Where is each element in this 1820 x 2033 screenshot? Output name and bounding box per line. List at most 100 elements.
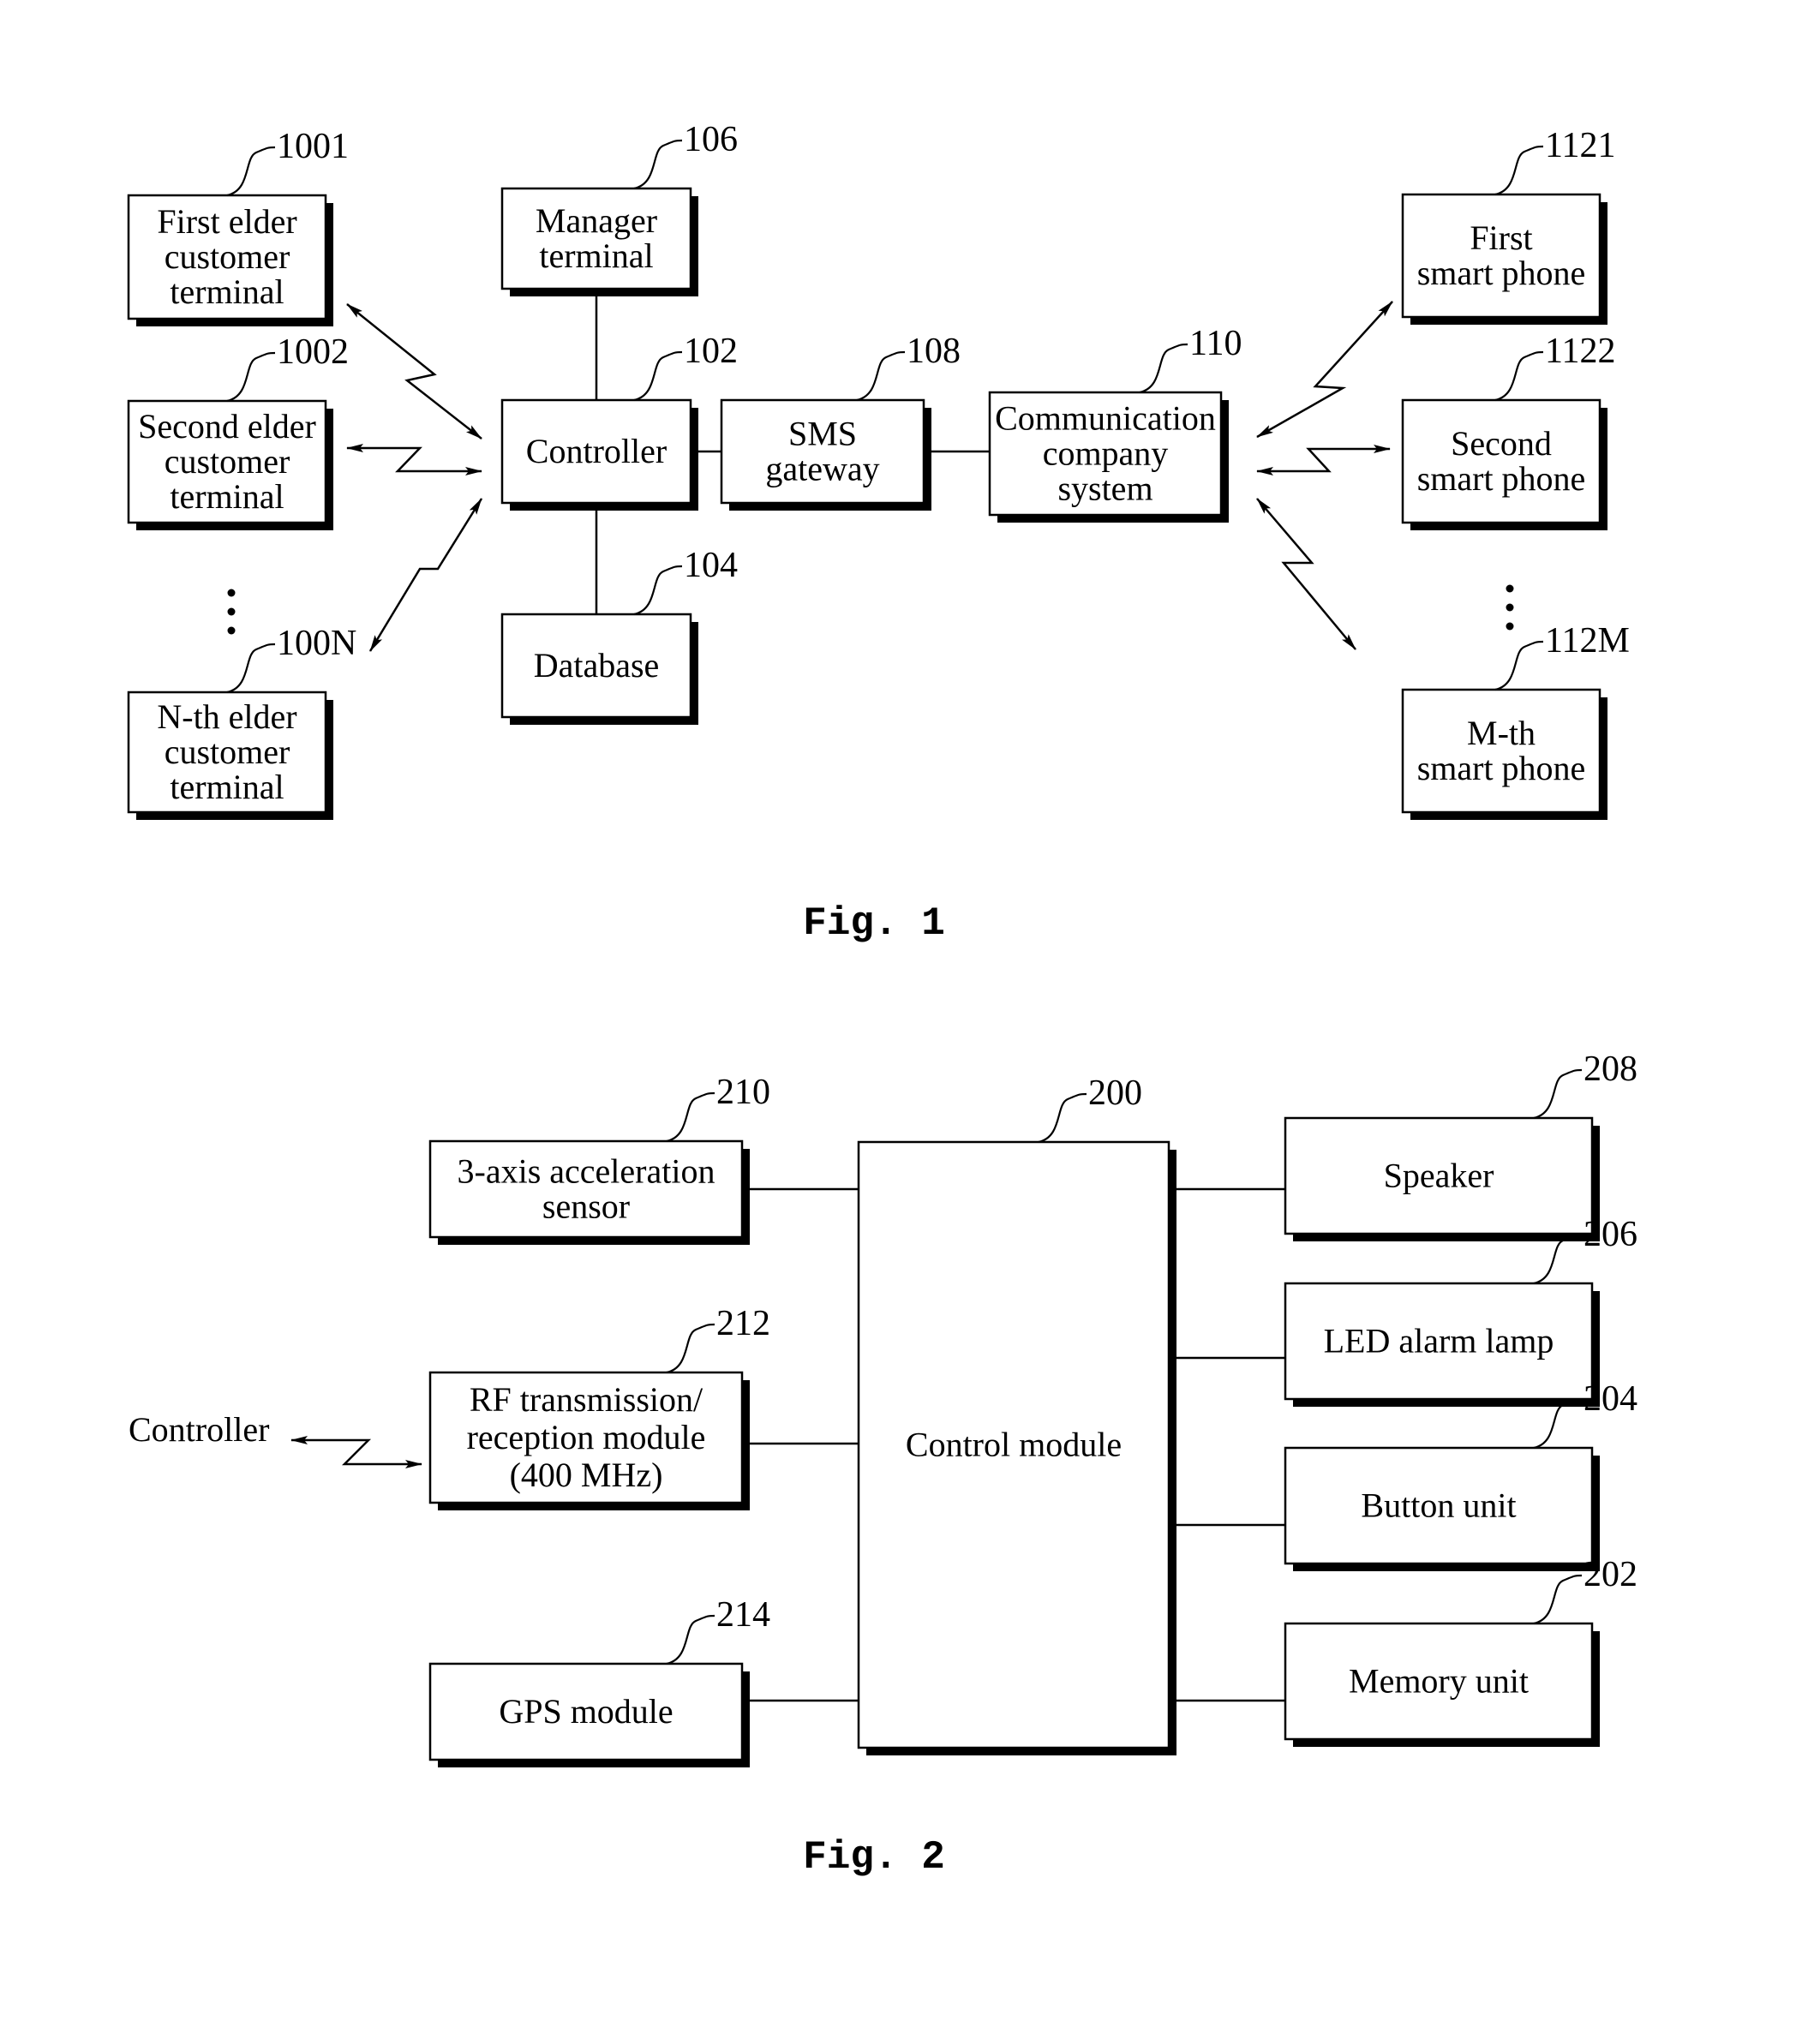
block-label-line: terminal — [539, 236, 653, 275]
block-label-line: smart phone — [1417, 459, 1586, 498]
block-label-line: First elder — [157, 202, 296, 241]
block-phoneM: M-thsmart phone 112M — [1401, 621, 1630, 820]
block-led: LED alarm lamp 206 — [1284, 1215, 1637, 1407]
reference-leader-line — [1533, 1068, 1583, 1120]
reference-leader-line — [666, 1323, 715, 1374]
block-manager: Managerterminal 106 — [500, 120, 738, 296]
block-label-line: 3-axis acceleration — [458, 1152, 715, 1191]
block-label-line: GPS module — [499, 1692, 673, 1731]
reference-leader-line — [1494, 640, 1544, 691]
block-label-line: sensor — [542, 1187, 630, 1226]
block-speaker: Speaker 208 — [1284, 1049, 1637, 1241]
reference-numeral: 1122 — [1545, 332, 1615, 371]
reference-leader-line — [1533, 1398, 1583, 1450]
wireless-link-comm-phoneM — [1256, 498, 1356, 650]
block-label-line: reception module — [467, 1418, 706, 1456]
reference-numeral: 214 — [716, 1595, 770, 1635]
reference-leader-line — [226, 643, 276, 694]
block-phone2: Secondsmart phone 1122 — [1401, 332, 1615, 530]
block-memory: Memory unit 202 — [1284, 1555, 1637, 1747]
figure-2-caption: Fig. 2 — [803, 1835, 945, 1880]
reference-leader-line — [666, 1614, 715, 1665]
block-rf: RF transmission/reception module(400 MHz… — [428, 1304, 770, 1510]
reference-numeral: 210 — [716, 1073, 770, 1112]
reference-numeral: 100N — [277, 624, 356, 663]
block-control: Control module 200 — [857, 1073, 1176, 1755]
ellipsis-phones-icon — [1506, 584, 1514, 631]
ellipsis-elders-icon — [227, 589, 236, 635]
reference-leader-line — [1494, 350, 1544, 402]
patent-drawing-sheet: First eldercustomerterminal1001Second el… — [127, 120, 1637, 1880]
wireless-link-elderN-controller — [368, 498, 483, 652]
block-label-line: terminal — [170, 272, 284, 311]
reference-numeral: 212 — [716, 1304, 770, 1343]
block-button: Button unit 204 — [1284, 1379, 1637, 1571]
block-label-line: Button unit — [1361, 1486, 1516, 1525]
reference-leader-line — [633, 565, 683, 616]
reference-numeral: 208 — [1584, 1049, 1637, 1089]
block-elderN: N-th eldercustomerterminal 100N — [127, 624, 356, 820]
reference-numeral: 102 — [684, 332, 738, 371]
reference-numeral: 206 — [1584, 1215, 1637, 1254]
block-comm: Communicationcompanysystem 110 — [988, 324, 1242, 523]
block-label-line: SMS — [788, 415, 857, 453]
reference-numeral: 1001 — [277, 127, 349, 166]
wireless-link-elder1-controller — [346, 303, 482, 439]
external-controller-label: Controller — [129, 1410, 269, 1449]
block-label-line: company — [1043, 434, 1169, 473]
block-label-line: First — [1470, 218, 1532, 257]
reference-numeral: 108 — [907, 332, 961, 371]
figure-1: First eldercustomerterminal1001Second el… — [127, 120, 1630, 946]
block-label-line: gateway — [765, 450, 879, 488]
figure-2: Controller 3-axis accelerationsensor 210 R… — [129, 1049, 1637, 1880]
block-label-line: Second — [1451, 424, 1552, 463]
block-elder2: Second eldercustomerterminal 1002 — [127, 332, 349, 530]
block-accel: 3-axis accelerationsensor 210 — [428, 1073, 770, 1245]
reference-leader-line — [1533, 1234, 1583, 1285]
wireless-link-comm-phone1 — [1256, 301, 1393, 439]
block-database: Database 104 — [500, 546, 738, 725]
reference-leader-line — [1533, 1574, 1583, 1625]
block-label-line: Control module — [906, 1426, 1122, 1464]
reference-leader-line — [1494, 145, 1544, 196]
block-label-line: N-th elder — [157, 697, 296, 736]
reference-leader-line — [856, 350, 906, 402]
reference-leader-line — [633, 139, 683, 190]
reference-numeral: 202 — [1584, 1555, 1637, 1594]
block-gps: GPS module 214 — [428, 1595, 770, 1767]
reference-leader-line — [666, 1091, 715, 1143]
block-label-line: Communication — [995, 399, 1216, 438]
wireless-link-comm-phone2 — [1256, 445, 1391, 475]
reference-leader-line — [226, 146, 276, 197]
figure-1-caption: Fig. 1 — [803, 901, 945, 946]
reference-leader-line — [1038, 1092, 1087, 1144]
block-label-line: Database — [534, 646, 660, 685]
block-label-line: customer — [165, 237, 290, 276]
reference-leader-line — [1139, 343, 1188, 394]
block-label-line: LED alarm lamp — [1324, 1322, 1554, 1360]
wireless-link-controller-rf — [290, 1436, 422, 1468]
block-phone1: Firstsmart phone 1121 — [1401, 126, 1615, 325]
reference-leader-line — [226, 351, 276, 403]
reference-leader-line — [633, 350, 683, 402]
wireless-link-elder2-controller — [346, 444, 482, 475]
reference-numeral: 112M — [1545, 621, 1630, 661]
reference-numeral: 200 — [1088, 1073, 1142, 1113]
block-label-line: Manager — [536, 201, 657, 240]
reference-numeral: 204 — [1584, 1379, 1637, 1419]
block-sms: SMSgateway 108 — [720, 332, 961, 511]
block-label-line: smart phone — [1417, 749, 1586, 787]
block-label-line: customer — [165, 442, 290, 481]
reference-numeral: 104 — [684, 546, 738, 585]
block-label-line: RF transmission/ — [470, 1380, 703, 1419]
block-label-line: terminal — [170, 477, 284, 516]
block-label-line: Speaker — [1384, 1157, 1494, 1195]
block-label-line: Controller — [526, 432, 667, 470]
block-label-line: customer — [165, 732, 290, 771]
block-controller: Controller 102 — [500, 332, 738, 511]
block-label-line: smart phone — [1417, 254, 1586, 292]
block-label-line: terminal — [170, 768, 284, 806]
reference-numeral: 1121 — [1545, 126, 1615, 165]
reference-numeral: 1002 — [277, 332, 349, 372]
block-label-line: Memory unit — [1349, 1662, 1529, 1701]
